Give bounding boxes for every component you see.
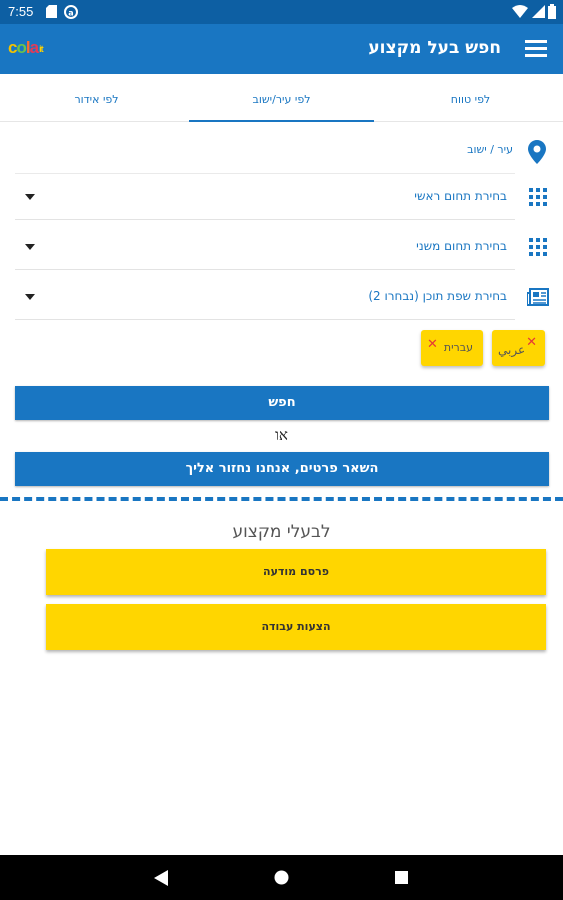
logo-letter: o bbox=[16, 38, 26, 57]
or-separator: או bbox=[275, 426, 288, 444]
search-button[interactable]: חפש bbox=[15, 386, 549, 420]
publish-ad-button[interactable]: פרסם מודעה bbox=[46, 549, 546, 595]
leave-details-button[interactable]: השאר פרטים, אנחנו נחזור אליך bbox=[15, 452, 549, 486]
search-mode-tabs: לפי טווח לפי עיר/ישוב לפי אידור bbox=[0, 74, 563, 122]
back-icon[interactable] bbox=[154, 870, 168, 886]
page-title: חפש בעל מקצוע bbox=[368, 38, 501, 58]
remove-chip-icon[interactable]: ✕ bbox=[526, 335, 537, 350]
city-input-row[interactable]: עיר / ישוב bbox=[15, 128, 515, 174]
professionals-title: לבעלי מקצוע bbox=[232, 522, 331, 542]
chip-label: עברית bbox=[443, 341, 473, 354]
app-logo: colait bbox=[8, 38, 43, 58]
section-divider bbox=[0, 497, 563, 501]
language-chip-hebrew[interactable]: עברית ✕ bbox=[421, 330, 483, 366]
city-input[interactable]: עיר / ישוב bbox=[467, 143, 513, 156]
language-field-label: בחירת שפת תוכן (נבחרו 2) bbox=[368, 289, 507, 303]
job-offers-button[interactable]: הצעות עבודה bbox=[46, 604, 546, 650]
location-pin-icon bbox=[528, 140, 546, 164]
logo-letter: a bbox=[29, 38, 40, 57]
wifi-icon bbox=[512, 5, 528, 18]
secondary-field-label: בחירת תחום משני bbox=[416, 239, 507, 253]
main-field-label: בחירת תחום ראשי bbox=[414, 189, 507, 203]
status-bar: 7:55 a bbox=[0, 0, 563, 24]
status-time: 7:55 bbox=[8, 4, 34, 19]
language-chip-arabic[interactable]: عربي ✕ bbox=[492, 330, 545, 366]
signal-icon bbox=[532, 5, 545, 18]
logo-suffix: it bbox=[39, 43, 43, 54]
grid-icon bbox=[529, 238, 547, 256]
app-bar: colait חפש בעל מקצוע bbox=[0, 24, 563, 74]
remove-chip-icon[interactable]: ✕ bbox=[427, 337, 438, 352]
tab-by-range[interactable]: לפי טווח bbox=[378, 74, 563, 122]
home-icon[interactable] bbox=[274, 870, 289, 885]
sd-card-icon bbox=[46, 5, 57, 18]
dropdown-arrow-icon[interactable] bbox=[25, 194, 35, 200]
tab-by-city[interactable]: לפי עיר/ישוב bbox=[189, 74, 374, 122]
tab-by-area[interactable]: לפי אידור bbox=[4, 74, 189, 122]
dropdown-arrow-icon[interactable] bbox=[25, 244, 35, 250]
main-field-select[interactable]: בחירת תחום ראשי bbox=[15, 174, 515, 220]
chip-label: عربي bbox=[498, 343, 526, 357]
sync-icon: a bbox=[64, 5, 78, 19]
recents-icon[interactable] bbox=[395, 871, 408, 884]
hamburger-menu-icon[interactable] bbox=[525, 40, 547, 58]
dropdown-arrow-icon[interactable] bbox=[25, 294, 35, 300]
battery-icon bbox=[548, 4, 556, 19]
grid-icon bbox=[529, 188, 547, 206]
language-select[interactable]: בחירת שפת תוכן (נבחרו 2) bbox=[15, 274, 515, 320]
system-nav-bar bbox=[0, 855, 563, 900]
newspaper-icon bbox=[527, 288, 549, 306]
secondary-field-select[interactable]: בחירת תחום משני bbox=[15, 224, 515, 270]
svg-text:a: a bbox=[68, 9, 73, 18]
